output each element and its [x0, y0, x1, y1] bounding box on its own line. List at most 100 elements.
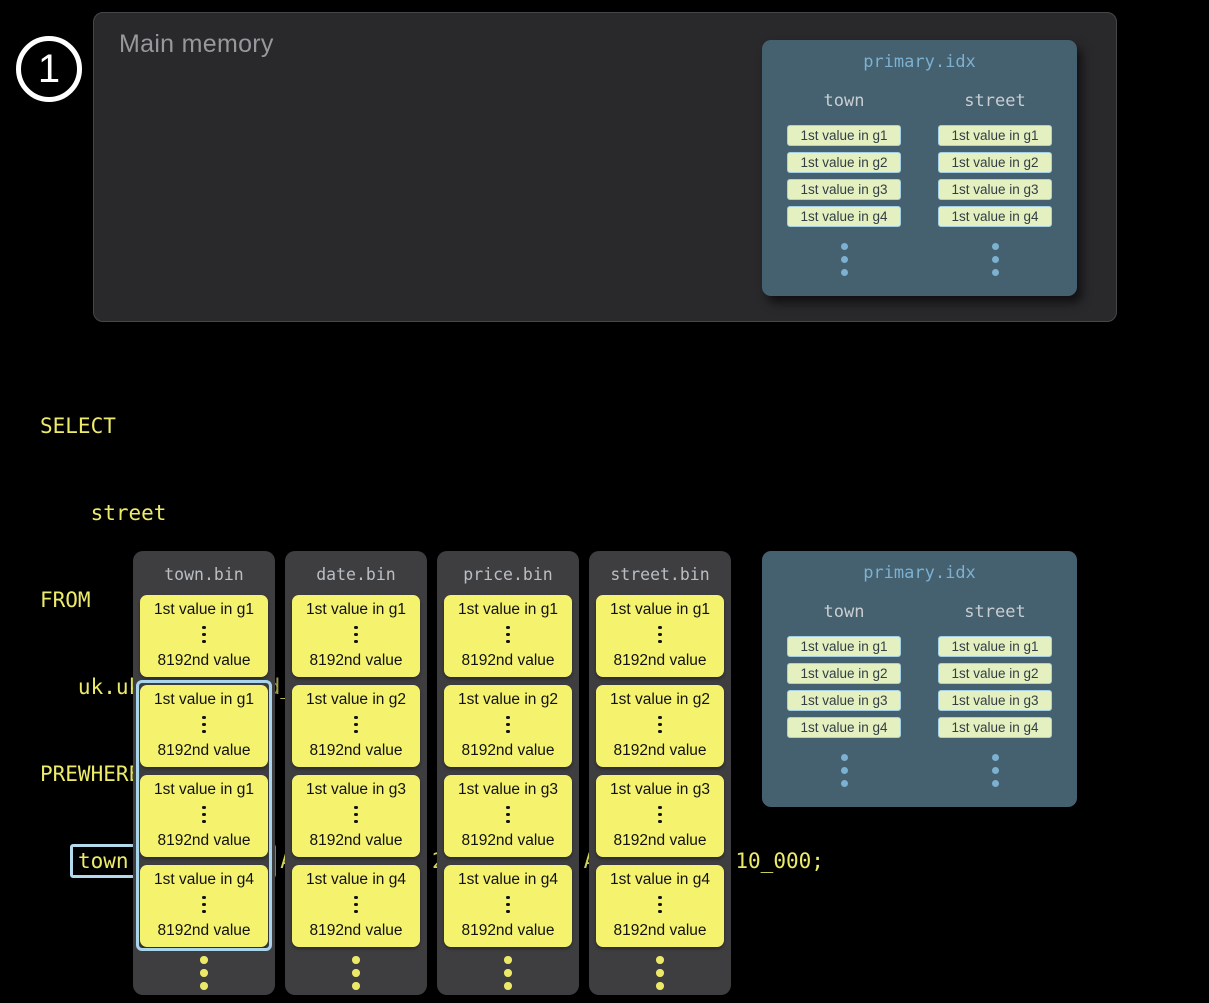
bin-file-street: street.bin 1st value in g1 8192nd value …	[589, 551, 731, 995]
granule-last-value: 8192nd value	[461, 832, 554, 850]
primary-idx-box-memory: primary.idx town 1st value in g1 1st val…	[762, 40, 1077, 296]
granule-first-value: 1st value in g1	[154, 781, 254, 799]
vertical-ellipsis-icon	[506, 806, 510, 810]
bin-file-title: street.bin	[589, 565, 731, 584]
granule-first-value: 1st value in g2	[610, 691, 710, 709]
granule-last-value: 8192nd value	[157, 832, 250, 850]
granule-last-value: 8192nd value	[157, 742, 250, 760]
idx-entry: 1st value in g3	[938, 179, 1052, 200]
vertical-ellipsis-icon	[658, 806, 662, 810]
vertical-ellipsis-icon	[352, 956, 360, 964]
granule-last-value: 8192nd value	[309, 652, 402, 670]
granule-last-value: 8192nd value	[157, 922, 250, 940]
granule-first-value: 1st value in g4	[154, 871, 254, 889]
idx-column-town: town 1st value in g1 1st value in g2 1st…	[779, 602, 909, 761]
granule-block: 1st value in g2 8192nd value	[444, 685, 572, 767]
idx-entry: 1st value in g4	[787, 206, 901, 227]
vertical-ellipsis-icon	[354, 806, 358, 810]
granule-list: 1st value in g1 8192nd value 1st value i…	[444, 595, 572, 947]
idx-column-header: street	[964, 91, 1025, 111]
idx-entry: 1st value in g2	[787, 152, 901, 173]
vertical-ellipsis-icon	[202, 896, 206, 900]
vertical-ellipsis-icon	[658, 716, 662, 720]
idx-entry: 1st value in g4	[787, 717, 901, 738]
primary-idx-title: primary.idx	[762, 551, 1077, 583]
granule-block: 1st value in g3 8192nd value	[292, 775, 420, 857]
granule-first-value: 1st value in g2	[306, 691, 406, 709]
granule-list: 1st value in g1 8192nd value 1st value i…	[140, 595, 268, 947]
vertical-ellipsis-icon	[354, 896, 358, 900]
vertical-ellipsis-icon	[841, 243, 848, 250]
bin-file-title: town.bin	[133, 565, 275, 584]
idx-column-street: street 1st value in g1 1st value in g2 1…	[930, 602, 1060, 761]
bin-file-title: price.bin	[437, 565, 579, 584]
idx-column-header: town	[824, 91, 865, 111]
granule-first-value: 1st value in g4	[458, 871, 558, 889]
idx-entry: 1st value in g4	[938, 206, 1052, 227]
granule-first-value: 1st value in g1	[154, 601, 254, 619]
bin-file-title: date.bin	[285, 565, 427, 584]
granule-block: 1st value in g4 8192nd value	[596, 865, 724, 947]
bin-file-price: price.bin 1st value in g1 8192nd value 1…	[437, 551, 579, 995]
vertical-ellipsis-icon	[200, 956, 208, 964]
vertical-ellipsis-icon	[506, 896, 510, 900]
idx-column-street: street 1st value in g1 1st value in g2 1…	[930, 91, 1060, 250]
idx-entry: 1st value in g1	[787, 636, 901, 657]
granule-block: 1st value in g4 8192nd value	[292, 865, 420, 947]
granule-last-value: 8192nd value	[309, 742, 402, 760]
granule-block: 1st value in g2 8192nd value	[596, 685, 724, 767]
granule-list: 1st value in g1 8192nd value 1st value i…	[596, 595, 724, 947]
idx-entry: 1st value in g3	[787, 179, 901, 200]
vertical-ellipsis-icon	[656, 956, 664, 964]
step-number-badge: 1	[16, 36, 82, 102]
granule-first-value: 1st value in g1	[610, 601, 710, 619]
diagram-canvas: 1 Main memory primary.idx town 1st value…	[0, 0, 1209, 1003]
granule-last-value: 8192nd value	[613, 922, 706, 940]
primary-idx-columns: town 1st value in g1 1st value in g2 1st…	[762, 91, 1077, 250]
vertical-ellipsis-icon	[354, 626, 358, 630]
granule-block: 1st value in g3 8192nd value	[596, 775, 724, 857]
granule-last-value: 8192nd value	[309, 832, 402, 850]
granule-last-value: 8192nd value	[613, 652, 706, 670]
granule-last-value: 8192nd value	[461, 652, 554, 670]
vertical-ellipsis-icon	[202, 806, 206, 810]
granule-last-value: 8192nd value	[613, 742, 706, 760]
idx-entry: 1st value in g3	[787, 690, 901, 711]
sql-line: street	[40, 499, 824, 528]
granule-block: 1st value in g4 8192nd value	[140, 865, 268, 947]
vertical-ellipsis-icon	[506, 716, 510, 720]
granule-last-value: 8192nd value	[613, 832, 706, 850]
granule-last-value: 8192nd value	[309, 922, 402, 940]
step-number: 1	[38, 47, 60, 92]
granule-block: 1st value in g2 8192nd value	[292, 685, 420, 767]
vertical-ellipsis-icon	[504, 956, 512, 964]
vertical-ellipsis-icon	[658, 896, 662, 900]
granule-first-value: 1st value in g3	[610, 781, 710, 799]
vertical-ellipsis-icon	[202, 716, 206, 720]
granule-first-value: 1st value in g3	[306, 781, 406, 799]
granule-block: 1st value in g1 8192nd value	[140, 595, 268, 677]
idx-column-header: town	[824, 602, 865, 622]
idx-entry: 1st value in g2	[787, 663, 901, 684]
granule-first-value: 1st value in g4	[610, 871, 710, 889]
vertical-ellipsis-icon	[506, 626, 510, 630]
vertical-ellipsis-icon	[202, 626, 206, 630]
granule-block: 1st value in g1 8192nd value	[140, 685, 268, 767]
primary-idx-box-disk: primary.idx town 1st value in g1 1st val…	[762, 551, 1077, 807]
granule-block: 1st value in g1 8192nd value	[140, 775, 268, 857]
granule-last-value: 8192nd value	[157, 652, 250, 670]
granule-first-value: 1st value in g1	[306, 601, 406, 619]
granule-first-value: 1st value in g2	[458, 691, 558, 709]
idx-column-header: street	[964, 602, 1025, 622]
granule-list: 1st value in g1 8192nd value 1st value i…	[292, 595, 420, 947]
granule-first-value: 1st value in g1	[458, 601, 558, 619]
granule-first-value: 1st value in g4	[306, 871, 406, 889]
idx-entry: 1st value in g1	[938, 125, 1052, 146]
idx-entry: 1st value in g1	[938, 636, 1052, 657]
sql-line: SELECT	[40, 412, 824, 441]
primary-idx-title: primary.idx	[762, 40, 1077, 72]
idx-column-town: town 1st value in g1 1st value in g2 1st…	[779, 91, 909, 250]
bin-file-town: town.bin 1st value in g1 8192nd value 1s…	[133, 551, 275, 995]
granule-first-value: 1st value in g1	[154, 691, 254, 709]
vertical-ellipsis-icon	[841, 754, 848, 761]
